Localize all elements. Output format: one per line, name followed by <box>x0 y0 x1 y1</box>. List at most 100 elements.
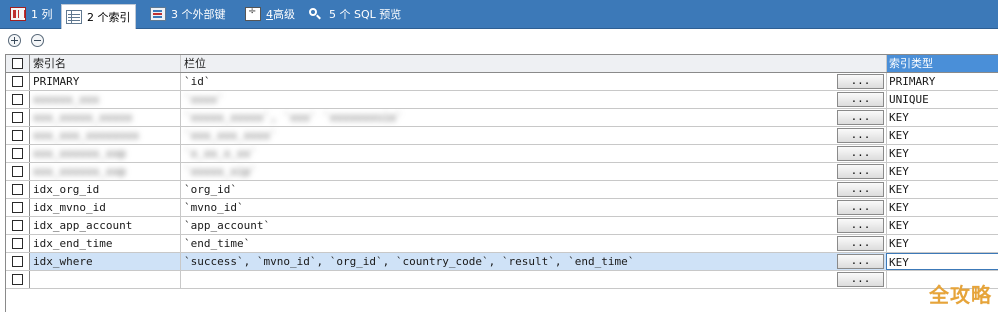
checkbox[interactable] <box>12 202 23 213</box>
edit-fields-button[interactable]: ... <box>837 74 884 89</box>
row-checkbox-cell[interactable] <box>6 145 30 162</box>
redacted-text: xxx_xxxxxx_xxp <box>33 165 126 178</box>
row-checkbox-cell[interactable] <box>6 91 30 108</box>
checkbox[interactable] <box>12 184 23 195</box>
index-name-cell[interactable]: xxx_xxx_xxxxxxxx <box>30 127 181 144</box>
tab-columns[interactable]: 1 列 <box>6 3 57 25</box>
index-type-cell[interactable]: KEY <box>886 163 998 180</box>
index-fields-cell[interactable]: `xxxxx_xxxxx`, `xxx` `xxxxxxxsio` <box>181 109 886 126</box>
index-fields-cell[interactable]: `success`, `mvno_id`, `org_id`, `country… <box>181 253 886 270</box>
header-index-type[interactable]: 索引类型 <box>886 55 998 72</box>
checkbox[interactable] <box>12 58 23 69</box>
index-type-cell[interactable]: PRIMARY <box>886 73 998 90</box>
fields-editor-cell: ... <box>836 163 886 180</box>
index-name-cell[interactable]: idx_app_account <box>30 217 181 234</box>
table-row[interactable]: ... <box>6 271 998 289</box>
index-name-cell[interactable]: xxxxxx_xxx <box>30 91 181 108</box>
row-checkbox-cell[interactable] <box>6 235 30 252</box>
index-type-cell[interactable]: KEY <box>886 235 998 252</box>
index-name-cell[interactable]: idx_end_time <box>30 235 181 252</box>
checkbox[interactable] <box>12 94 23 105</box>
row-checkbox-cell[interactable] <box>6 181 30 198</box>
index-type-cell[interactable]: KEY <box>886 253 998 270</box>
index-type-cell[interactable]: KEY <box>886 199 998 216</box>
table-row[interactable]: idx_mvno_id `mvno_id`... KEY <box>6 199 998 217</box>
add-circle-icon[interactable] <box>8 34 21 47</box>
edit-fields-button[interactable]: ... <box>837 272 884 287</box>
checkbox[interactable] <box>12 220 23 231</box>
edit-fields-button[interactable]: ... <box>837 218 884 233</box>
header-fields[interactable]: 栏位 <box>181 55 886 72</box>
index-name-cell[interactable] <box>30 271 181 288</box>
edit-fields-button[interactable]: ... <box>837 236 884 251</box>
header-select-all[interactable] <box>6 55 30 72</box>
row-checkbox-cell[interactable] <box>6 127 30 144</box>
row-checkbox-cell[interactable] <box>6 73 30 90</box>
table-row[interactable]: idx_app_account `app_account`... KEY <box>6 217 998 235</box>
index-fields-cell[interactable]: `xxx_xxx_xxxx` <box>181 127 886 144</box>
index-fields-cell[interactable]: `x_xx_x_xx` <box>181 145 886 162</box>
edit-fields-button[interactable]: ... <box>837 182 884 197</box>
index-type-cell[interactable]: KEY <box>886 145 998 162</box>
tab-advanced[interactable]: 4高级 <box>241 3 299 25</box>
checkbox[interactable] <box>12 130 23 141</box>
tab-sql-preview[interactable]: 5 个 SQL 预览 <box>304 3 405 25</box>
index-name-cell[interactable]: idx_org_id <box>30 181 181 198</box>
edit-fields-button[interactable]: ... <box>837 254 884 269</box>
edit-fields-button[interactable]: ... <box>837 128 884 143</box>
index-toolbar <box>0 29 998 53</box>
redacted-text: `x_xx_x_xx` <box>184 147 257 160</box>
checkbox[interactable] <box>12 274 23 285</box>
row-checkbox-cell[interactable] <box>6 271 30 288</box>
index-fields-cell[interactable]: `id` <box>181 73 886 90</box>
index-fields-cell[interactable]: `xxxxx_xip` <box>181 163 886 180</box>
table-row[interactable]: xxx_xxxxxx_xxp `x_xx_x_xx`... KEY <box>6 145 998 163</box>
edit-fields-button[interactable]: ... <box>837 110 884 125</box>
index-type-cell[interactable]: KEY <box>886 181 998 198</box>
table-row[interactable]: xxxxxx_xxx `xxxx`... UNIQUE <box>6 91 998 109</box>
checkbox[interactable] <box>12 238 23 249</box>
tab-indexes[interactable]: 2 个索引 <box>61 4 136 29</box>
table-row[interactable]: xxx_xxx_xxxxxxxx `xxx_xxx_xxxx`... KEY <box>6 127 998 145</box>
row-checkbox-cell[interactable] <box>6 253 30 270</box>
row-checkbox-cell[interactable] <box>6 217 30 234</box>
index-type-cell[interactable]: KEY <box>886 127 998 144</box>
index-fields-cell[interactable] <box>181 271 886 288</box>
table-row[interactable]: idx_org_id `org_id`... KEY <box>6 181 998 199</box>
index-type-cell[interactable]: KEY <box>886 109 998 126</box>
table-row[interactable]: xxx_xxxxxx_xxp `xxxxx_xip`... KEY <box>6 163 998 181</box>
fields-editor-cell: ... <box>836 73 886 90</box>
table-row[interactable]: idx_end_time `end_time`... KEY <box>6 235 998 253</box>
index-fields-cell[interactable]: `xxxx` <box>181 91 886 108</box>
index-name-cell[interactable]: idx_where <box>30 253 181 270</box>
index-type-cell[interactable]: KEY <box>886 217 998 234</box>
index-type-cell[interactable]: UNIQUE <box>886 91 998 108</box>
index-fields-cell[interactable]: `org_id` <box>181 181 886 198</box>
edit-fields-button[interactable]: ... <box>837 164 884 179</box>
index-fields-cell[interactable]: `end_time` <box>181 235 886 252</box>
tab-foreign-keys[interactable]: 3 个外部键 <box>146 3 230 25</box>
row-checkbox-cell[interactable] <box>6 109 30 126</box>
checkbox[interactable] <box>12 166 23 177</box>
checkbox[interactable] <box>12 148 23 159</box>
edit-fields-button[interactable]: ... <box>837 92 884 107</box>
checkbox[interactable] <box>12 112 23 123</box>
row-checkbox-cell[interactable] <box>6 199 30 216</box>
table-row[interactable]: PRIMARY `id`... PRIMARY <box>6 73 998 91</box>
index-name-cell[interactable]: PRIMARY <box>30 73 181 90</box>
table-row[interactable]: xxx_xxxxx_xxxxx `xxxxx_xxxxx`, `xxx` `xxx… <box>6 109 998 127</box>
table-row[interactable]: idx_where `success`, `mvno_id`, `org_id`,… <box>6 253 998 271</box>
index-name-cell[interactable]: xxx_xxxxx_xxxxx <box>30 109 181 126</box>
index-name-cell[interactable]: idx_mvno_id <box>30 199 181 216</box>
row-checkbox-cell[interactable] <box>6 163 30 180</box>
remove-circle-icon[interactable] <box>31 34 44 47</box>
checkbox[interactable] <box>12 76 23 87</box>
index-fields-cell[interactable]: `mvno_id` <box>181 199 886 216</box>
checkbox[interactable] <box>12 256 23 267</box>
edit-fields-button[interactable]: ... <box>837 200 884 215</box>
index-fields-cell[interactable]: `app_account` <box>181 217 886 234</box>
header-index-name[interactable]: 索引名 <box>30 55 181 72</box>
index-name-cell[interactable]: xxx_xxxxxx_xxp <box>30 145 181 162</box>
edit-fields-button[interactable]: ... <box>837 146 884 161</box>
index-name-cell[interactable]: xxx_xxxxxx_xxp <box>30 163 181 180</box>
